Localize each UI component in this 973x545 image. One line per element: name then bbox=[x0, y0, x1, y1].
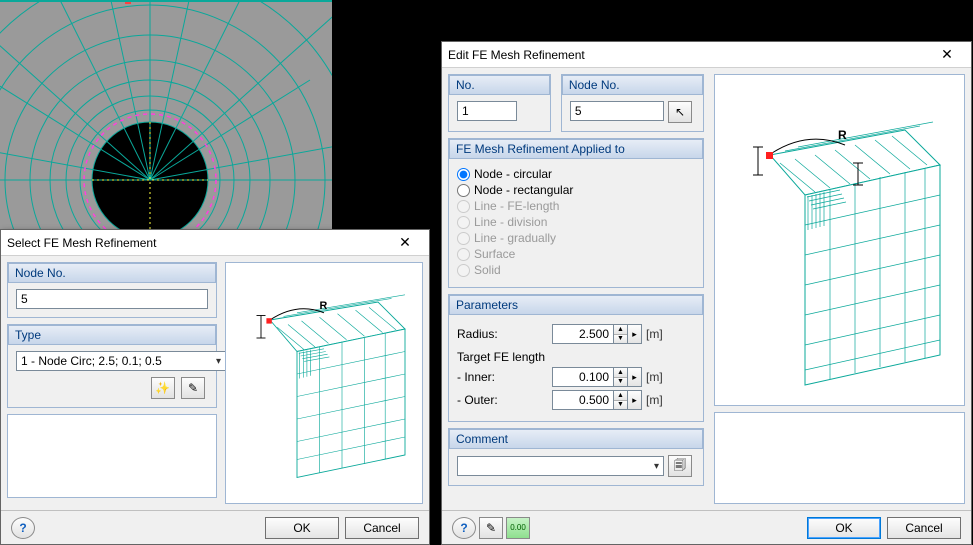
applied-to-label: FE Mesh Refinement Applied to bbox=[449, 139, 703, 159]
edit-secondary-preview bbox=[714, 412, 965, 504]
cancel-button[interactable]: Cancel bbox=[887, 517, 961, 539]
new-type-button[interactable]: ✨ bbox=[151, 377, 175, 399]
edit-icon-button[interactable]: ✎ bbox=[479, 517, 503, 539]
select-titlebar[interactable]: Select FE Mesh Refinement ✕ bbox=[1, 230, 429, 256]
type-value: 1 - Node Circ; 2.5; 0.1; 0.5 bbox=[21, 354, 162, 368]
comment-library-button[interactable]: 🗐 bbox=[668, 455, 692, 477]
svg-text:R: R bbox=[838, 128, 847, 142]
info-area bbox=[8, 415, 216, 497]
outer-label: - Outer: bbox=[457, 393, 552, 407]
outer-input[interactable] bbox=[552, 390, 614, 410]
edit-preview: R bbox=[714, 74, 965, 406]
node-no-input[interactable] bbox=[16, 289, 208, 309]
radius-spinner[interactable]: ▲▼ bbox=[614, 324, 628, 344]
radio-line-felength: Line - FE-length bbox=[457, 199, 695, 213]
units-button[interactable]: 0.00 bbox=[506, 517, 530, 539]
ok-button[interactable]: OK bbox=[265, 517, 339, 539]
radio-surface: Surface bbox=[457, 247, 695, 261]
select-title: Select FE Mesh Refinement bbox=[7, 236, 387, 250]
node-no-label: Node No. bbox=[562, 75, 703, 95]
model-viewport[interactable] bbox=[0, 0, 332, 230]
parameters-label: Parameters bbox=[449, 295, 703, 315]
help-button[interactable]: ? bbox=[452, 517, 476, 539]
close-icon[interactable]: ✕ bbox=[387, 232, 423, 254]
chevron-down-icon: ▾ bbox=[654, 461, 659, 472]
edit-node-no-input[interactable] bbox=[570, 101, 664, 121]
radius-label: Radius: bbox=[457, 327, 552, 341]
outer-step-button[interactable]: ▸ bbox=[628, 390, 642, 410]
outer-spinner[interactable]: ▲▼ bbox=[614, 390, 628, 410]
inner-label: - Inner: bbox=[457, 370, 552, 384]
node-no-label: Node No. bbox=[8, 263, 216, 283]
svg-text:R: R bbox=[320, 300, 328, 312]
select-preview: R bbox=[225, 262, 423, 504]
outer-unit: [m] bbox=[646, 393, 663, 407]
radio-line-gradually: Line - gradually bbox=[457, 231, 695, 245]
radius-input[interactable] bbox=[552, 324, 614, 344]
chevron-down-icon: ▾ bbox=[216, 356, 221, 367]
inner-spinner[interactable]: ▲▼ bbox=[614, 367, 628, 387]
inner-input[interactable] bbox=[552, 367, 614, 387]
type-combobox[interactable]: 1 - Node Circ; 2.5; 0.1; 0.5 ▾ bbox=[16, 351, 226, 371]
close-icon[interactable]: ✕ bbox=[929, 44, 965, 66]
inner-step-button[interactable]: ▸ bbox=[628, 367, 642, 387]
type-label: Type bbox=[8, 325, 216, 345]
help-button[interactable]: ? bbox=[11, 517, 35, 539]
ok-button[interactable]: OK bbox=[807, 517, 881, 539]
radio-node-rectangular[interactable]: Node - rectangular bbox=[457, 183, 695, 197]
radio-node-circular[interactable]: Node - circular bbox=[457, 167, 695, 181]
pick-node-button[interactable]: ↖ bbox=[668, 101, 692, 123]
select-refinement-dialog: Select FE Mesh Refinement ✕ Node No. Typ… bbox=[0, 229, 430, 545]
no-label: No. bbox=[449, 75, 550, 95]
cancel-button[interactable]: Cancel bbox=[345, 517, 419, 539]
radius-unit: [m] bbox=[646, 327, 663, 341]
inner-unit: [m] bbox=[646, 370, 663, 384]
radio-line-division: Line - division bbox=[457, 215, 695, 229]
edit-title: Edit FE Mesh Refinement bbox=[448, 48, 929, 62]
comment-label: Comment bbox=[449, 429, 703, 449]
target-fe-length-label: Target FE length bbox=[457, 350, 695, 364]
edit-refinement-dialog: Edit FE Mesh Refinement ✕ No. Node No. ↖ bbox=[441, 41, 972, 545]
edit-titlebar[interactable]: Edit FE Mesh Refinement ✕ bbox=[442, 42, 971, 68]
comment-combobox[interactable]: ▾ bbox=[457, 456, 664, 476]
refinement-no-input[interactable] bbox=[457, 101, 517, 121]
radio-solid: Solid bbox=[457, 263, 695, 277]
radius-step-button[interactable]: ▸ bbox=[628, 324, 642, 344]
edit-type-button[interactable]: ✎ bbox=[181, 377, 205, 399]
